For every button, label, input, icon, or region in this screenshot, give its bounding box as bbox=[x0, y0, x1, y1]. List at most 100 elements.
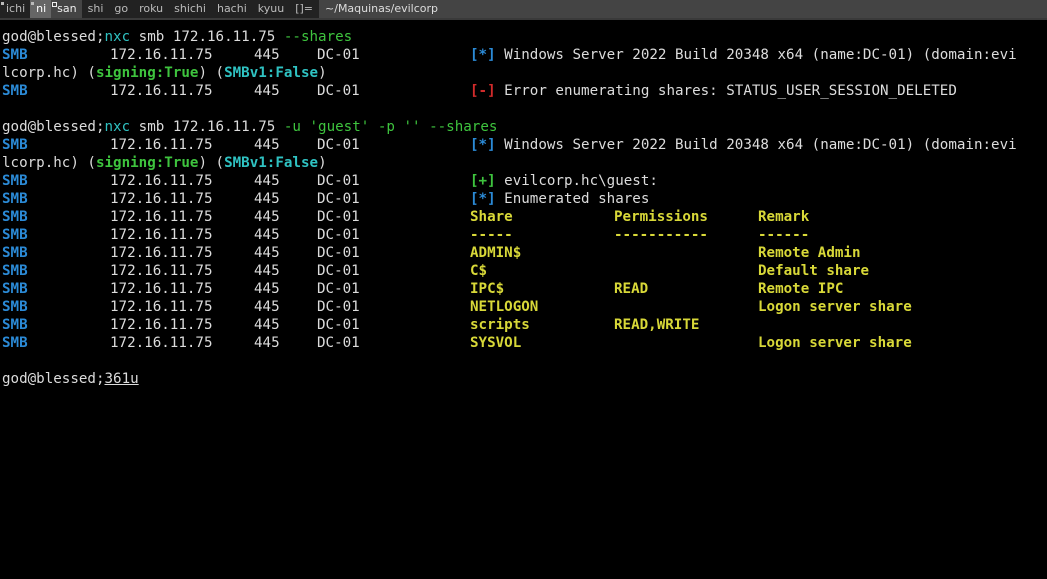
proto-label: SMB bbox=[2, 137, 28, 153]
share-remark: Remote Admin bbox=[758, 245, 861, 261]
share-name: NETLOGON bbox=[470, 299, 539, 315]
ip-address: 172.16.11.75 bbox=[110, 263, 213, 279]
tag-roku[interactable]: roku bbox=[133, 0, 168, 18]
hostname: DC-01 bbox=[317, 263, 360, 279]
command-line: god@blessed;nxc smb 172.16.11.75 -u 'gue… bbox=[2, 118, 1047, 136]
auth-text: evilcorp.hc\guest: bbox=[495, 173, 658, 189]
share-permissions: READ,WRITE bbox=[614, 317, 700, 333]
header-permissions: Permissions bbox=[614, 209, 708, 225]
proto-label: SMB bbox=[2, 227, 28, 243]
prompt: god@blessed; bbox=[2, 371, 105, 387]
signing-status: signing:True bbox=[95, 65, 199, 81]
banner-wrap: lcorp.hc) ( bbox=[2, 155, 96, 171]
tag-go[interactable]: go bbox=[108, 0, 133, 18]
command-tool: nxc bbox=[104, 119, 131, 135]
current-prompt-line[interactable]: god@blessed;361u bbox=[2, 370, 1047, 388]
port: 445 bbox=[254, 317, 280, 333]
info-marker: [*] bbox=[470, 137, 496, 153]
banner-mid: ) ( bbox=[198, 65, 225, 81]
prompt: god@blessed; bbox=[2, 29, 105, 45]
proto-label: SMB bbox=[2, 173, 28, 189]
port: 445 bbox=[254, 191, 280, 207]
share-remark: Logon server share bbox=[758, 335, 912, 351]
port: 445 bbox=[254, 335, 280, 351]
share-name: IPC$ bbox=[470, 281, 505, 297]
tag-label: hachi bbox=[216, 2, 247, 15]
header-share: Share bbox=[470, 209, 513, 225]
success-marker: [+] bbox=[470, 173, 496, 189]
table-row: SMB 172.16.11.75 445 DC-01 SYSVOL Logon serve… bbox=[2, 334, 1047, 352]
table-row: SMB 172.16.11.75 445 DC-01 IPC$ READ Remote IP… bbox=[2, 280, 1047, 298]
status-bar: ichi ni san shi go roku shichi hachi kyu… bbox=[0, 0, 1047, 20]
hostname: DC-01 bbox=[317, 191, 360, 207]
command-tool: nxc bbox=[104, 29, 131, 45]
proto-label: SMB bbox=[2, 263, 28, 279]
terminal-output[interactable]: god@blessed;nxc smb 172.16.11.75 --share… bbox=[2, 28, 1047, 388]
smbv1-status: SMBv1:False bbox=[224, 65, 319, 81]
hostname: DC-01 bbox=[317, 335, 360, 351]
hostname: DC-01 bbox=[317, 317, 360, 333]
proto-label: SMB bbox=[2, 245, 28, 261]
hostname: DC-01 bbox=[317, 281, 360, 297]
info-marker: [*] bbox=[470, 47, 496, 63]
hostname: DC-01 bbox=[317, 47, 360, 63]
command-args: smb 172.16.11.75 bbox=[130, 29, 284, 45]
proto-label: SMB bbox=[2, 317, 28, 333]
tag-shi[interactable]: shi bbox=[82, 0, 109, 18]
port: 445 bbox=[254, 227, 280, 243]
command-input[interactable]: 361u bbox=[105, 371, 139, 387]
tag-san[interactable]: san bbox=[51, 0, 82, 18]
hostname: DC-01 bbox=[317, 173, 360, 189]
share-name: scripts bbox=[470, 317, 530, 333]
table-row: SMB 172.16.11.75 445 DC-01 NETLOGON Logon ser… bbox=[2, 298, 1047, 316]
share-permissions: READ bbox=[614, 281, 649, 297]
share-remark: Remote IPC bbox=[758, 281, 844, 297]
proto-label: SMB bbox=[2, 47, 28, 63]
ip-address: 172.16.11.75 bbox=[110, 317, 213, 333]
tag-shichi[interactable]: shichi bbox=[168, 0, 211, 18]
output-line: SMB 172.16.11.75 445 DC-01 [-] Error enumera… bbox=[2, 82, 1047, 100]
proto-label: SMB bbox=[2, 83, 28, 99]
share-name: ADMIN$ bbox=[470, 245, 522, 261]
port: 445 bbox=[254, 209, 280, 225]
port: 445 bbox=[254, 263, 280, 279]
ip-address: 172.16.11.75 bbox=[110, 209, 213, 225]
hostname: DC-01 bbox=[317, 209, 360, 225]
port: 445 bbox=[254, 245, 280, 261]
tag-label: shichi bbox=[174, 2, 206, 15]
output-line: SMB 172.16.11.75 445 DC-01 [*] Windows Serve… bbox=[2, 46, 1047, 64]
output-line-wrap: lcorp.hc) (signing:True) (SMBv1:False) bbox=[2, 154, 1047, 172]
layout-indicator[interactable]: []= bbox=[289, 0, 319, 18]
separator-remark: ------ bbox=[758, 227, 810, 243]
signing-status: signing:True bbox=[95, 155, 199, 171]
share-name: C$ bbox=[470, 263, 488, 279]
ip-address: 172.16.11.75 bbox=[110, 173, 213, 189]
proto-label: SMB bbox=[2, 209, 28, 225]
info-marker: [*] bbox=[470, 191, 496, 207]
ip-address: 172.16.11.75 bbox=[110, 227, 213, 243]
ip-address: 172.16.11.75 bbox=[110, 245, 213, 261]
banner-end: ) bbox=[318, 65, 327, 81]
window-title: ~/Maquinas/evilcorp bbox=[319, 0, 1047, 18]
tag-occupied-indicator bbox=[31, 2, 35, 5]
banner-wrap: lcorp.hc) ( bbox=[2, 65, 96, 81]
ip-address: 172.16.11.75 bbox=[110, 299, 213, 315]
port: 445 bbox=[254, 137, 280, 153]
output-line: SMB 172.16.11.75 445 DC-01 [*] Enumerated sh… bbox=[2, 190, 1047, 208]
tag-label: ni bbox=[36, 2, 47, 15]
tag-ichi[interactable]: ichi bbox=[0, 0, 30, 18]
output-line: SMB 172.16.11.75 445 DC-01 [+] evilcorp.hc\g… bbox=[2, 172, 1047, 190]
ip-address: 172.16.11.75 bbox=[110, 137, 213, 153]
tag-hachi[interactable]: hachi bbox=[211, 0, 252, 18]
proto-label: SMB bbox=[2, 191, 28, 207]
table-separator-row: SMB 172.16.11.75 445 DC-01 ----- ----------- -… bbox=[2, 226, 1047, 244]
share-name: SYSVOL bbox=[470, 335, 522, 351]
tag-label: shi bbox=[87, 2, 104, 15]
tag-ni[interactable]: ni bbox=[30, 0, 52, 18]
command-args: smb 172.16.11.75 bbox=[130, 119, 284, 135]
tag-label: roku bbox=[139, 2, 164, 15]
tag-kyuu[interactable]: kyuu bbox=[252, 0, 289, 18]
hostname: DC-01 bbox=[317, 227, 360, 243]
